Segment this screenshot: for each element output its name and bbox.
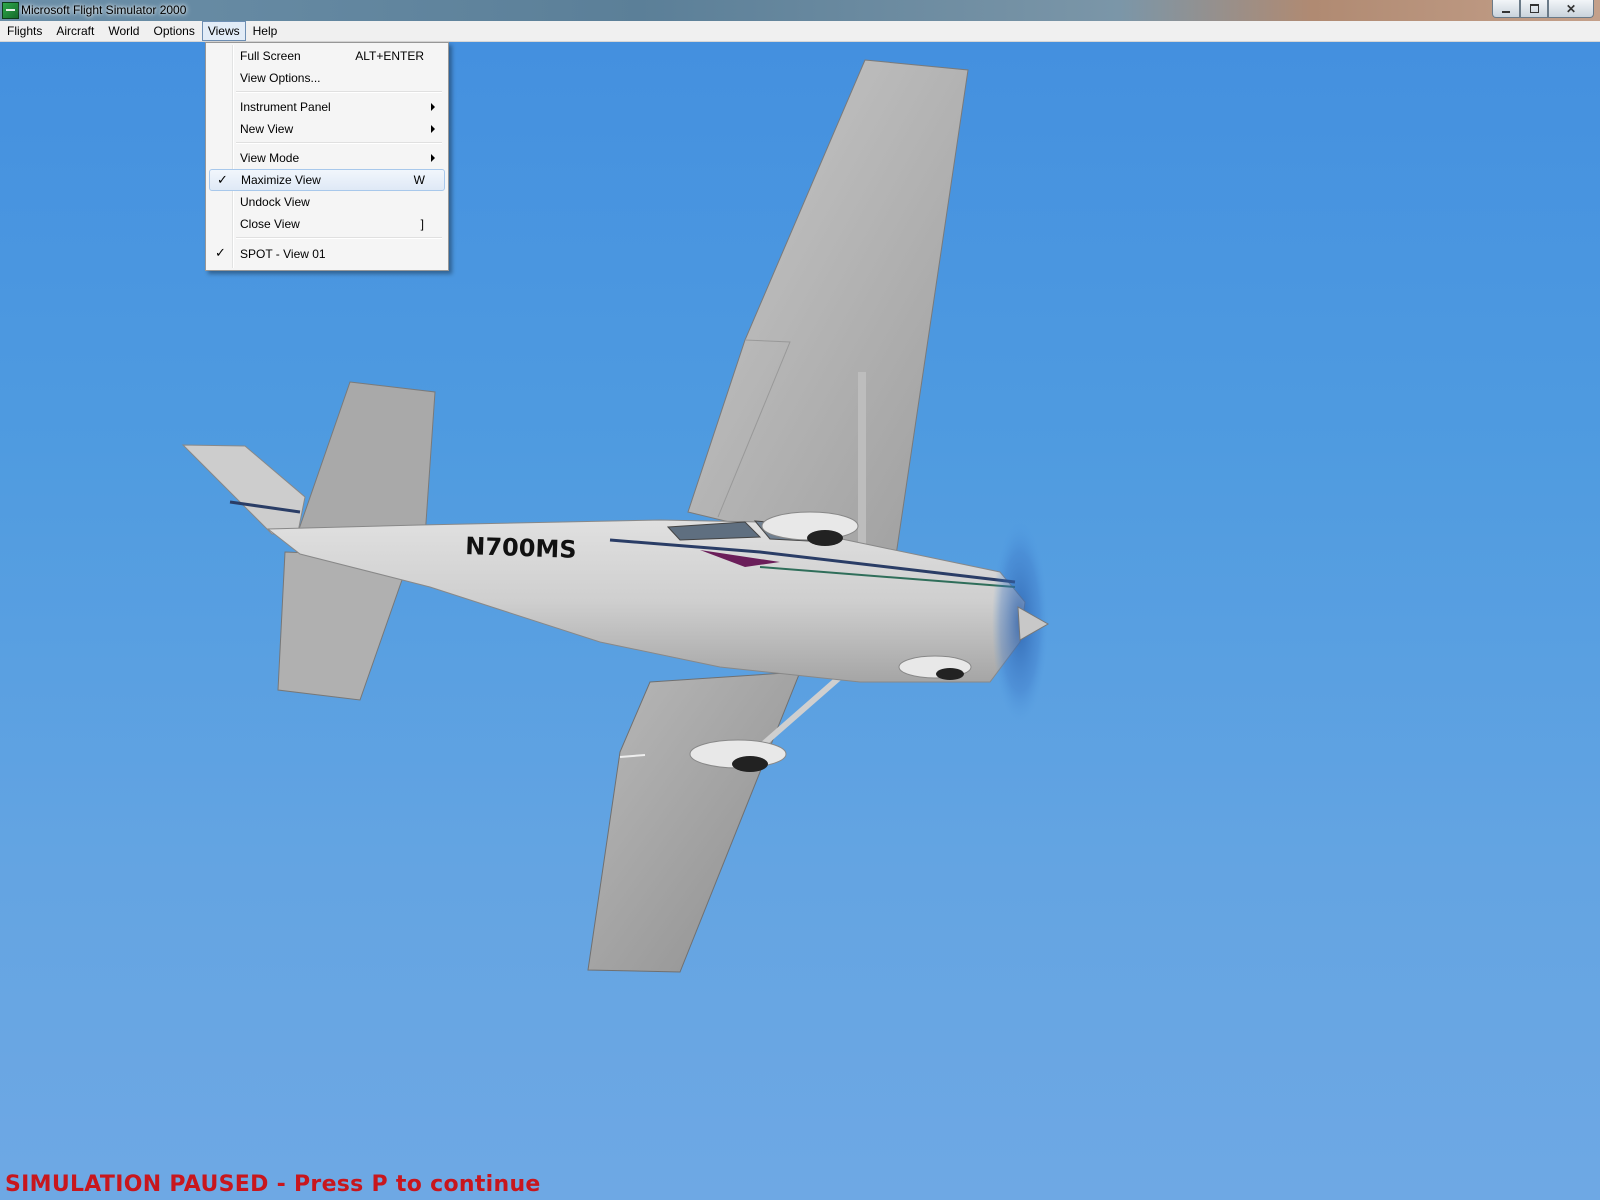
menu-bar: Flights Aircraft World Options Views Hel… [0,21,1600,42]
title-bar: Microsoft Flight Simulator 2000 ✕ [0,0,1600,22]
close-button[interactable]: ✕ [1548,0,1594,18]
window-title: Microsoft Flight Simulator 2000 [21,3,187,17]
menu-item-close-view[interactable]: Close View ] [208,213,444,235]
aircraft-registration: N700MS [465,532,577,564]
check-icon: ✓ [215,246,226,261]
menu-item-label: Instrument Panel [240,100,331,114]
menu-item-instrument-panel[interactable]: Instrument Panel [208,96,444,118]
minimize-button[interactable] [1492,0,1520,18]
menu-item-shortcut: W [413,173,425,187]
horizontal-stabilizer-upper [181,444,306,535]
menu-item-view-mode[interactable]: View Mode [208,147,444,169]
menu-options[interactable]: Options [146,22,201,40]
menu-item-shortcut: ] [420,217,424,231]
submenu-arrow-icon [431,125,435,133]
menu-aircraft[interactable]: Aircraft [49,22,101,40]
menu-item-label: New View [240,122,294,136]
menu-item-label: View Options... [240,71,321,85]
menu-item-label: Close View [240,217,300,231]
menu-item-full-screen[interactable]: Full Screen ALT+ENTER [208,45,444,67]
vertical-stabilizer [297,381,436,538]
window-controls: ✕ [1492,0,1594,19]
menu-world[interactable]: World [101,22,146,40]
submenu-arrow-icon [431,103,435,111]
fs2000-app-icon[interactable] [2,2,19,19]
lower-wing [587,671,801,973]
submenu-arrow-icon [431,154,435,162]
menu-separator [236,142,442,144]
menu-item-shortcut: ALT+ENTER [355,49,424,63]
simulation-paused-message: SIMULATION PAUSED - Press P to continue [5,1172,541,1197]
menu-item-new-view[interactable]: New View [208,118,444,140]
menu-item-label: Undock View [240,195,310,209]
restore-button[interactable] [1520,0,1548,18]
menu-item-label: SPOT - View 01 [240,247,326,261]
check-icon: ✓ [217,173,228,188]
menu-item-view-options[interactable]: View Options... [208,67,444,89]
menu-item-label: View Mode [240,151,300,165]
menu-item-maximize-view[interactable]: ✓ Maximize View W [209,169,445,191]
menu-help[interactable]: Help [246,22,285,40]
menu-views[interactable]: Views [201,21,246,41]
menu-separator [236,237,442,239]
close-icon: ✕ [1565,1,1577,16]
menu-item-label: Full Screen [240,49,301,63]
menu-flights[interactable]: Flights [0,22,49,40]
menu-item-label: Maximize View [241,173,321,187]
menu-item-undock-view[interactable]: Undock View [208,191,444,213]
menu-item-spot-view-01[interactable]: ✓ SPOT - View 01 [208,243,444,265]
restore-icon [1529,4,1539,13]
minimize-icon [1502,10,1510,13]
menu-separator [236,91,442,93]
views-dropdown-menu: Full Screen ALT+ENTER View Options... In… [205,42,449,271]
